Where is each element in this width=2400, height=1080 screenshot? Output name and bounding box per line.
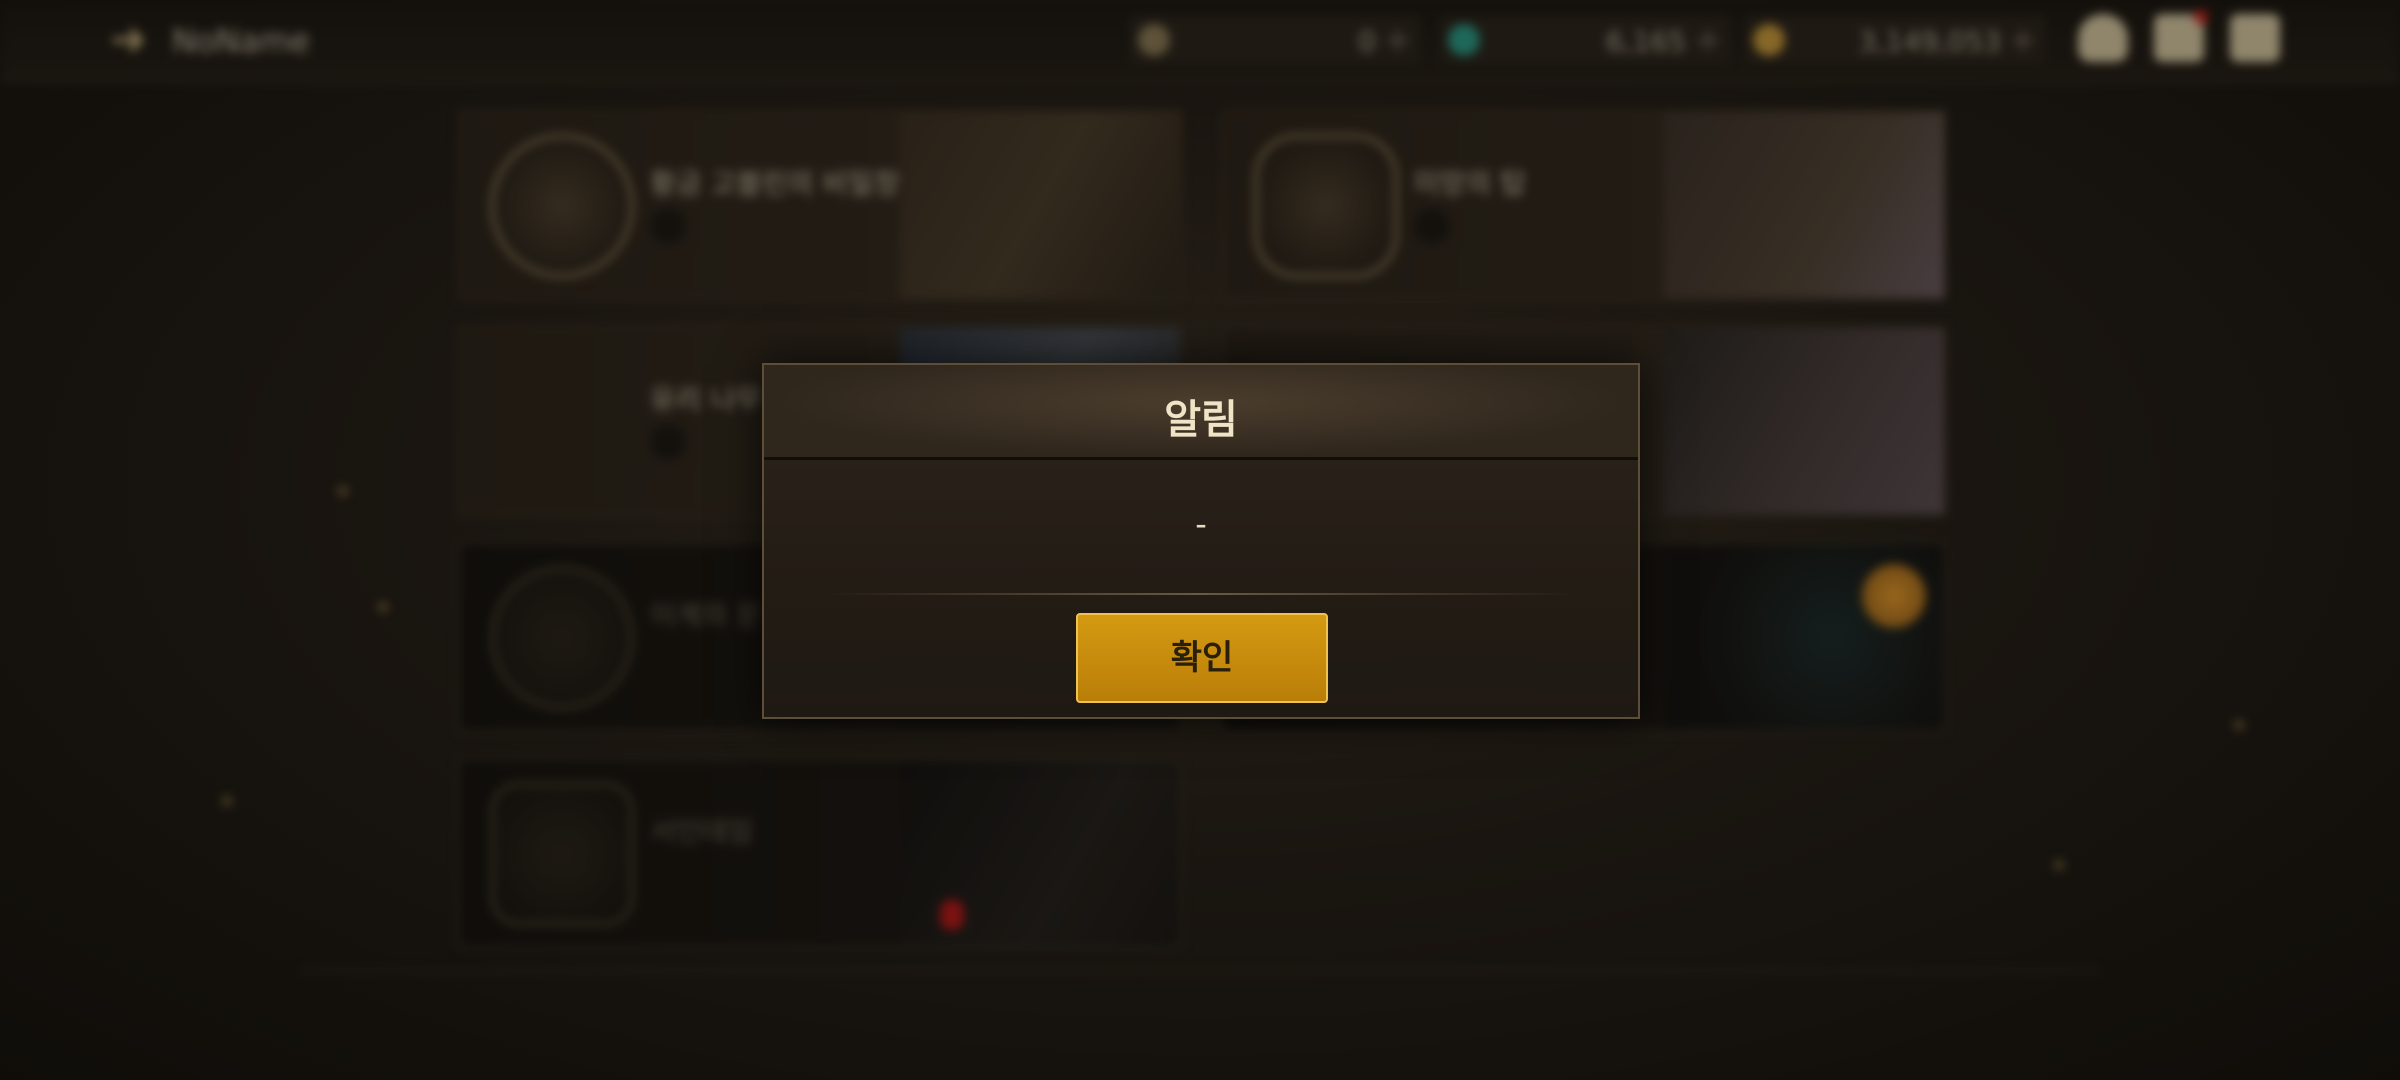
notice-dialog: 알림 - 확인 xyxy=(762,363,1640,719)
game-screen: ➜ NoName 0 + 6,165 + 3,149,053 + 황금 고블린의… xyxy=(0,0,2400,1080)
dialog-divider xyxy=(824,593,1578,595)
dialog-header: 알림 xyxy=(764,365,1638,460)
dialog-title: 알림 xyxy=(1164,397,1238,443)
confirm-button[interactable]: 확인 xyxy=(1076,613,1328,703)
dialog-message: - xyxy=(1195,505,1207,543)
